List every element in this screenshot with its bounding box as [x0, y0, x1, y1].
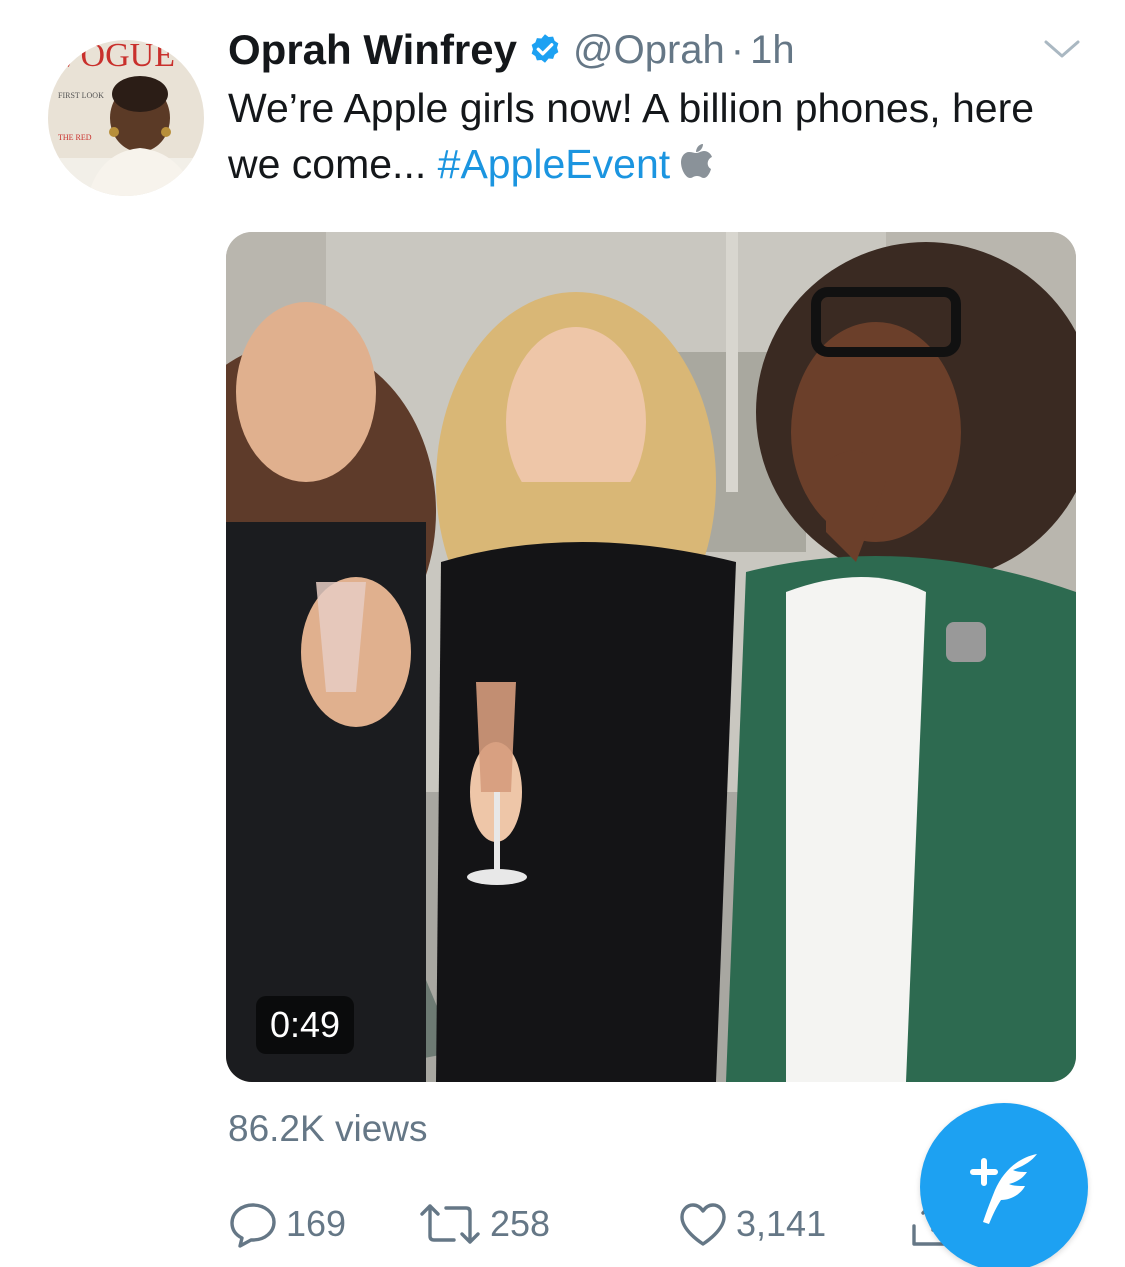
- reply-count: 169: [286, 1203, 347, 1244]
- like-count: 3,141: [736, 1203, 827, 1244]
- video-thumbnail: [226, 232, 1076, 1082]
- retweet-count: 258: [490, 1203, 551, 1244]
- tweet-detail-page: VOGUE FIRST LOOK THE RED Oprah Winfrey @…: [0, 0, 1125, 1267]
- author-handle[interactable]: @Oprah: [573, 28, 725, 73]
- reply-icon: [230, 1203, 276, 1248]
- hashtag-link[interactable]: #AppleEvent: [438, 141, 671, 187]
- apple-logo-icon: [676, 140, 716, 184]
- compose-tweet-icon: [970, 1154, 1037, 1224]
- retweet-button[interactable]: 258: [418, 1198, 550, 1250]
- tweet-text: We’re Apple girls now! A billion phones,…: [228, 80, 1088, 192]
- avatar-image: VOGUE FIRST LOOK THE RED: [48, 40, 204, 196]
- author-name[interactable]: Oprah Winfrey: [228, 26, 517, 74]
- video-duration-badge: 0:49: [256, 996, 355, 1054]
- tweet-timestamp[interactable]: 1h: [750, 28, 795, 73]
- video-player[interactable]: 0:49: [226, 232, 1076, 1082]
- avatar-magazine-title: VOGUE: [56, 40, 175, 74]
- tweet-action-bar: 169 258 3,141: [228, 1198, 1028, 1250]
- svg-text:THE RED: THE RED: [58, 133, 92, 142]
- heart-icon: [680, 1203, 726, 1246]
- like-button[interactable]: 3,141: [678, 1198, 826, 1250]
- view-count[interactable]: 86.2K views: [228, 1108, 428, 1150]
- retweet-icon: [420, 1204, 480, 1244]
- verified-badge-icon: [527, 32, 563, 68]
- svg-text:FIRST LOOK: FIRST LOOK: [58, 91, 104, 100]
- compose-tweet-button[interactable]: [920, 1103, 1088, 1267]
- reply-button[interactable]: 169: [228, 1198, 346, 1250]
- author-avatar[interactable]: VOGUE FIRST LOOK THE RED: [48, 40, 204, 196]
- chevron-down-icon[interactable]: [1040, 34, 1084, 64]
- tweet-header: Oprah Winfrey @Oprah · 1h: [228, 22, 795, 78]
- separator-dot: ·: [730, 27, 745, 72]
